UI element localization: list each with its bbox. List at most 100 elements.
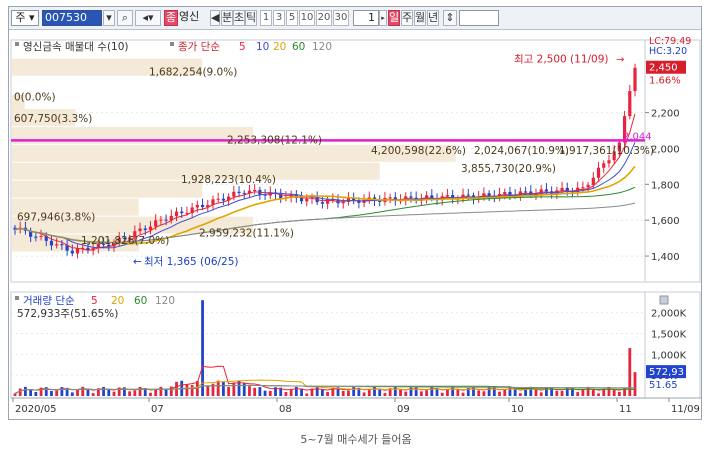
stock-code-input[interactable]: 007530 [42, 10, 102, 26]
period-5-button[interactable]: 5 [286, 10, 298, 26]
volume-bar [185, 384, 189, 396]
price-panel-bullet [15, 42, 19, 46]
price-legend-ma: 120 [312, 41, 332, 53]
volume-bar [576, 392, 580, 396]
volume-profile-label: 4,200,598(22.6%) [371, 145, 466, 157]
period-30-button[interactable]: 30 [333, 10, 349, 26]
count-input[interactable]: 1 [353, 10, 379, 26]
toolbar: 주 ▾ 007530 ▾ ⌕ ◂▾ 종 영신 ◀ 분 초 틱 1 3 5 10 … [9, 7, 701, 30]
volume-bar [315, 386, 319, 396]
volume-bar [164, 389, 168, 396]
market-select-label: 주 [15, 11, 26, 24]
count-spinner[interactable]: ▸ [379, 10, 387, 26]
candle-body [242, 192, 246, 194]
year-button[interactable]: 년 [427, 10, 439, 26]
extra-input[interactable] [459, 10, 499, 26]
volume-bar [76, 389, 79, 396]
candle-body [305, 198, 309, 202]
current-volume-label: 572,93 [649, 367, 684, 378]
volume-bar [597, 393, 600, 396]
volume-bar [190, 385, 194, 396]
candle-body [628, 91, 632, 117]
candle-body [70, 250, 74, 254]
candle-body [200, 204, 205, 208]
period-10-button[interactable]: 10 [299, 10, 315, 26]
change-pct-label: 1.66% [649, 76, 681, 87]
volume-bar [18, 388, 22, 396]
max-price-label: 최고 2,500 (11/09) [514, 53, 609, 65]
period-20-button[interactable]: 20 [316, 10, 332, 26]
volume-bar [201, 300, 204, 396]
price-legend-ma: 20 [273, 41, 286, 53]
candle-body [341, 201, 345, 204]
volume-bar [263, 390, 267, 396]
candle-body [607, 160, 611, 164]
day-button[interactable]: 일 [388, 10, 400, 26]
candle-body [320, 202, 324, 204]
month-button[interactable]: 월 [414, 10, 426, 26]
candle-body [581, 187, 585, 189]
volume-bar [518, 393, 522, 396]
candle-body [586, 184, 590, 188]
volume-bar [29, 389, 33, 396]
volume-bar [539, 392, 543, 396]
x-tick-label: 11/09 [671, 404, 700, 415]
minute-button[interactable]: 분 [221, 10, 233, 26]
candle-body [596, 167, 601, 178]
current-price-label: 2,450 [649, 63, 678, 74]
volume-bar [607, 386, 611, 396]
volume-bar [440, 392, 444, 396]
prev-icon[interactable]: ◀ [210, 10, 220, 26]
volume-bar [232, 382, 236, 396]
volume-bar [383, 393, 387, 396]
candle-body [591, 177, 595, 185]
caption: 5~7월 매수세가 들어옴 [300, 433, 412, 446]
volume-bar [393, 386, 397, 396]
speaker-icon[interactable]: ◂▾ [135, 10, 161, 26]
candle-body [503, 192, 507, 195]
candle-body [49, 240, 54, 246]
candle-body [143, 228, 147, 230]
min-arrow-icon: ← [133, 256, 142, 268]
volume-bar [378, 388, 382, 396]
volume-bar [477, 390, 481, 396]
candle-body [159, 219, 163, 221]
volume-bar [456, 389, 460, 396]
candle-body [487, 193, 491, 196]
period-1-button[interactable]: 1 [260, 10, 272, 26]
search-icon[interactable]: ⌕ [117, 10, 133, 26]
x-tick-label: 09 [397, 404, 410, 415]
volume-bar [112, 391, 116, 396]
volume-panel-bullet [15, 296, 19, 300]
volume-bar [70, 392, 74, 396]
price-tick-label: 2,200 [651, 109, 680, 120]
market-select[interactable]: 주 ▾ [11, 10, 39, 26]
max-arrow-icon: → [616, 54, 624, 65]
chart-area[interactable]: 2,200 2,000 1,800 1,600 1,400 1,682,254(9.0%)… [9, 30, 701, 419]
volume-bar [534, 389, 538, 396]
volume-bar [347, 390, 350, 396]
stock-chart[interactable]: 2,200 2,000 1,800 1,600 1,400 1,682,254(9.0%)… [9, 30, 701, 419]
tick-button[interactable]: 틱 [245, 10, 257, 26]
volume-bar [633, 372, 637, 396]
x-tick-label: 11 [619, 404, 632, 415]
candle-body [195, 204, 199, 208]
volume-bar [258, 387, 262, 396]
hc-label: HC:3.20 [649, 46, 687, 57]
code-dropdown-icon[interactable]: ▾ [103, 10, 115, 26]
price-panel-title: 영신금속 매물대 수(10) [23, 41, 129, 53]
volume-bar [399, 389, 402, 396]
volume-profile-label: 2,959,232(11.1%) [199, 228, 294, 240]
sort-icon[interactable]: ⇕ [443, 10, 457, 26]
volume-legend-ma: 60 [134, 295, 147, 307]
candle-body [154, 220, 158, 227]
volume-bar [503, 389, 507, 396]
candle-body [216, 198, 220, 200]
second-button[interactable]: 초 [233, 10, 245, 26]
volume-bar [482, 391, 486, 396]
week-button[interactable]: 주 [401, 10, 413, 26]
period-3-button[interactable]: 3 [273, 10, 285, 26]
volume-panel-title: 거래량 단순 [23, 295, 75, 307]
candle-body [299, 197, 304, 202]
volume-profile-label: 2,024,067(10.9%) [474, 145, 569, 157]
